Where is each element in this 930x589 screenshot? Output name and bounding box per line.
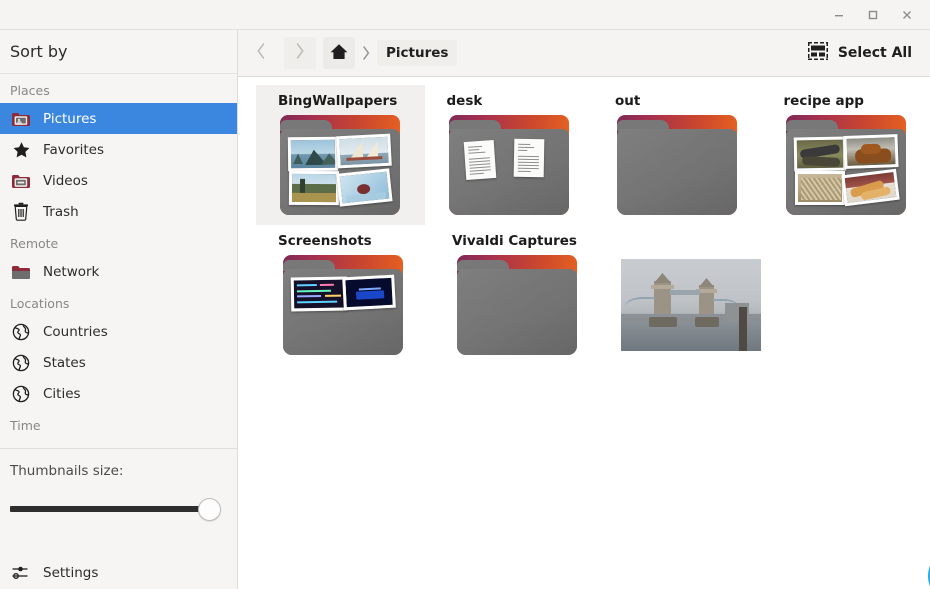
- file-item-image[interactable]: [604, 225, 778, 365]
- back-button[interactable]: [245, 37, 277, 69]
- folder-preview-photos: [793, 134, 900, 209]
- file-item-label: recipe app: [783, 93, 864, 109]
- sidebar-item-label: Videos: [43, 172, 88, 189]
- sidebar-item-trash[interactable]: Trash: [0, 196, 237, 227]
- home-icon: [329, 42, 349, 65]
- folder-video-icon: [10, 170, 32, 192]
- folder-icon: [784, 113, 908, 217]
- thumbnails-size-slider[interactable]: [0, 479, 237, 521]
- file-manager-window: Sort by Places Pictures Favorites Videos…: [0, 0, 930, 589]
- folder-icon: [447, 113, 571, 217]
- folder-preview-photos: [290, 274, 397, 349]
- file-item-vivaldi-captures[interactable]: Vivaldi Captures: [430, 225, 604, 365]
- select-all-label: Select All: [837, 45, 912, 61]
- thumbnails-size-label: Thumbnails size:: [10, 463, 124, 479]
- folder-icon: [278, 113, 402, 217]
- sidebar-item-label: Cities: [43, 385, 81, 402]
- image-thumbnail-tower-bridge: [621, 259, 761, 351]
- sliders-icon: [10, 562, 32, 584]
- globe-icon: [10, 383, 32, 405]
- forward-button[interactable]: [284, 37, 316, 69]
- sidebar-group-places: Places: [10, 83, 50, 98]
- breadcrumb-pictures[interactable]: Pictures: [377, 40, 458, 66]
- folder-icon: [455, 253, 579, 357]
- settings-label: Settings: [43, 564, 99, 581]
- file-item-label: desk: [446, 93, 483, 109]
- sidebar-item-label: Favorites: [43, 141, 104, 158]
- folder-icon: [615, 113, 739, 217]
- minimize-icon[interactable]: [822, 0, 856, 30]
- globe-icon: [10, 352, 32, 374]
- sidebar-item-label: Network: [43, 263, 100, 280]
- chevron-right-icon: [292, 42, 308, 64]
- home-button[interactable]: [323, 37, 355, 69]
- grid-row: BingWallpapers desk out recipe app: [238, 85, 930, 225]
- file-item-out[interactable]: out: [593, 85, 762, 225]
- sidebar-item-label: Trash: [43, 203, 79, 220]
- title-bar: [0, 0, 930, 30]
- close-icon[interactable]: [890, 0, 924, 30]
- sidebar-item-pictures[interactable]: Pictures: [0, 103, 237, 134]
- sidebar-item-network[interactable]: Network: [0, 256, 237, 287]
- folder-preview-documents: [457, 135, 563, 209]
- breadcrumb-separator-icon: [355, 45, 377, 61]
- file-grid: BingWallpapers desk out recipe app Scree…: [238, 77, 930, 365]
- sort-by-header[interactable]: Sort by: [0, 30, 237, 74]
- folder-network-icon: [10, 261, 32, 283]
- select-all-button[interactable]: Select All: [803, 37, 916, 69]
- maximize-icon[interactable]: [856, 0, 890, 30]
- globe-icon: [10, 321, 32, 343]
- file-item-desk[interactable]: desk: [425, 85, 594, 225]
- file-item-label: Screenshots: [278, 233, 372, 249]
- sidebar-list: Places Pictures Favorites Videos Trash R…: [0, 74, 237, 521]
- toolbar: Pictures Select All: [238, 30, 930, 77]
- file-grid-area: BingWallpapers desk out recipe app Scree…: [238, 77, 930, 589]
- file-item-screenshots[interactable]: Screenshots: [256, 225, 430, 365]
- file-item-label: BingWallpapers: [278, 93, 398, 109]
- sidebar-item-label: Countries: [43, 323, 108, 340]
- sidebar-group-locations: Locations: [10, 296, 70, 311]
- star-icon: [10, 139, 32, 161]
- sidebar-item-label: Pictures: [43, 110, 97, 127]
- folder-preview-photos: [288, 133, 394, 209]
- watermark-connect-com: www onnect .com: [918, 542, 930, 589]
- watermark-logo-icon: www: [928, 565, 930, 587]
- file-item-bingwallpapers[interactable]: BingWallpapers: [256, 85, 425, 225]
- grid-row: Screenshots Vivaldi Captures: [238, 225, 930, 365]
- sidebar-item-countries[interactable]: Countries: [0, 316, 237, 347]
- slider-track: [10, 506, 219, 512]
- sidebar-item-favorites[interactable]: Favorites: [0, 134, 237, 165]
- sidebar-item-videos[interactable]: Videos: [0, 165, 237, 196]
- file-item-label: out: [615, 93, 641, 109]
- sidebar: Sort by Places Pictures Favorites Videos…: [0, 30, 238, 589]
- sidebar-item-cities[interactable]: Cities: [0, 378, 237, 409]
- slider-knob[interactable]: [198, 498, 221, 521]
- sidebar-item-states[interactable]: States: [0, 347, 237, 378]
- sidebar-group-remote: Remote: [10, 236, 59, 251]
- chevron-left-icon: [253, 42, 269, 64]
- settings-button[interactable]: Settings: [0, 556, 237, 589]
- file-item-label: Vivaldi Captures: [452, 233, 577, 249]
- folder-icon: [281, 253, 405, 357]
- sidebar-item-label: States: [43, 354, 86, 371]
- select-all-icon: [807, 41, 829, 65]
- sidebar-group-time: Time: [10, 418, 41, 433]
- folder-picture-icon: [10, 108, 32, 130]
- trash-icon: [10, 201, 32, 223]
- file-item-recipe-app[interactable]: recipe app: [762, 85, 930, 225]
